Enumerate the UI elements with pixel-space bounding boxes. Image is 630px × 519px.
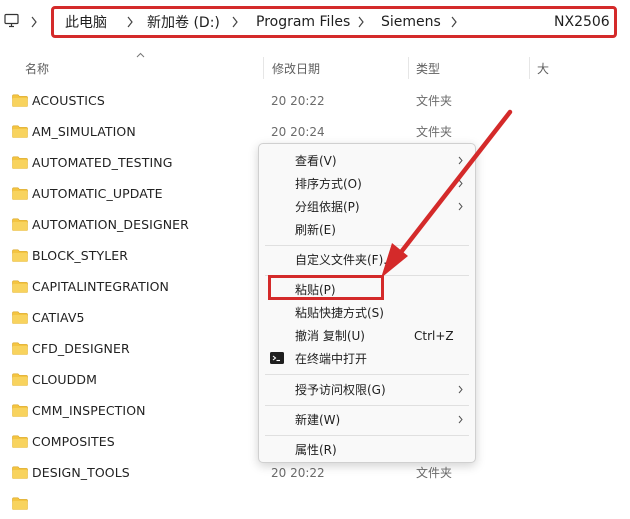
file-name: CFD_DESIGNER: [32, 341, 130, 356]
computer-icon[interactable]: [4, 13, 19, 28]
folder-icon: [12, 187, 28, 200]
menu-item-label: 属性(R): [295, 443, 337, 457]
menu-separator: [265, 374, 469, 375]
menu-item-undo-copy[interactable]: 撤消 复制(U) Ctrl+Z: [259, 324, 475, 347]
folder-icon: [12, 280, 28, 293]
folder-icon: [12, 218, 28, 231]
breadcrumb-program-files[interactable]: Program Files: [256, 9, 350, 35]
menu-item-view[interactable]: 查看(V): [259, 149, 475, 172]
folder-icon: [12, 342, 28, 355]
file-date: 20 20:22: [271, 93, 325, 108]
menu-item-give-access[interactable]: 授予访问权限(G): [259, 378, 475, 401]
list-item[interactable]: ACOUSTICS 20 20:22 文件夹: [0, 85, 630, 116]
column-header-size[interactable]: 大: [537, 57, 549, 79]
menu-item-label: 查看(V): [295, 154, 337, 168]
breadcrumb-siemens[interactable]: Siemens: [381, 9, 441, 35]
menu-item-label: 自定义文件夹(F)...: [295, 253, 395, 267]
chevron-right-icon[interactable]: [123, 9, 137, 35]
chevron-right-icon: [458, 415, 463, 424]
sort-ascending-icon: [136, 52, 145, 58]
menu-separator: [265, 245, 469, 246]
breadcrumb-drive-d[interactable]: 新加卷 (D:): [147, 9, 220, 35]
file-name: CAPITALINTEGRATION: [32, 279, 170, 294]
file-name: COMPOSITES: [32, 434, 115, 449]
chevron-right-icon: [458, 385, 463, 394]
address-breadcrumb[interactable]: 此电脑 新加卷 (D:) Program Files Siemens NX250…: [51, 6, 617, 38]
folder-icon: [12, 125, 28, 138]
breadcrumb-this-pc[interactable]: 此电脑: [65, 9, 107, 35]
file-name: CLOUDDM: [32, 372, 97, 387]
list-item[interactable]: [0, 488, 630, 519]
chevron-right-icon[interactable]: [27, 0, 41, 44]
folder-icon: [12, 435, 28, 448]
menu-item-label: 刷新(E): [295, 223, 336, 237]
menu-item-label: 排序方式(O): [295, 177, 362, 191]
file-name: AUTOMATION_DESIGNER: [32, 217, 189, 232]
file-name: AM_SIMULATION: [32, 124, 136, 139]
menu-item-label: 授予访问权限(G): [295, 383, 386, 397]
menu-item-shortcut: Ctrl+Z: [414, 328, 454, 343]
menu-item-refresh[interactable]: 刷新(E): [259, 218, 475, 241]
menu-item-label: 在终端中打开: [295, 352, 368, 366]
folder-icon: [12, 249, 28, 262]
file-name: AUTOMATED_TESTING: [32, 155, 173, 170]
column-divider[interactable]: [529, 57, 530, 79]
folder-icon: [12, 466, 28, 479]
chevron-right-icon: [458, 156, 463, 165]
column-header-name[interactable]: 名称: [25, 57, 49, 79]
menu-separator: [265, 405, 469, 406]
file-name: ACOUSTICS: [32, 93, 105, 108]
terminal-icon: [270, 352, 284, 364]
folder-icon: [12, 404, 28, 417]
chevron-right-icon[interactable]: [447, 9, 461, 35]
menu-item-customize-folder[interactable]: 自定义文件夹(F)...: [259, 248, 475, 271]
chevron-right-icon[interactable]: [354, 9, 368, 35]
menu-item-label: 粘贴快捷方式(S): [295, 306, 384, 320]
menu-item-properties[interactable]: 属性(R): [259, 438, 475, 461]
file-name: AUTOMATIC_UPDATE: [32, 186, 163, 201]
column-header-modified[interactable]: 修改日期: [272, 57, 320, 79]
column-divider[interactable]: [263, 57, 264, 79]
menu-separator: [265, 435, 469, 436]
folder-icon: [12, 373, 28, 386]
folder-icon: [12, 94, 28, 107]
column-header-type[interactable]: 类型: [416, 57, 440, 79]
address-bar-row: 此电脑 新加卷 (D:) Program Files Siemens NX250…: [0, 0, 630, 44]
breadcrumb-nx2506[interactable]: NX2506: [554, 9, 610, 35]
file-name: CATIAV5: [32, 310, 85, 325]
chevron-right-icon[interactable]: [228, 9, 242, 35]
menu-item-new[interactable]: 新建(W): [259, 408, 475, 431]
column-divider[interactable]: [408, 57, 409, 79]
menu-item-open-in-terminal[interactable]: 在终端中打开: [259, 347, 475, 370]
menu-item-group-by[interactable]: 分组依据(P): [259, 195, 475, 218]
menu-item-label: 分组依据(P): [295, 200, 360, 214]
file-name: DESIGN_TOOLS: [32, 465, 130, 480]
menu-item-sort-by[interactable]: 排序方式(O): [259, 172, 475, 195]
chevron-right-icon: [458, 179, 463, 188]
folder-icon: [12, 156, 28, 169]
folder-icon: [12, 497, 28, 510]
paste-highlight-box: [268, 275, 384, 300]
menu-item-label: 新建(W): [295, 413, 341, 427]
file-name: BLOCK_STYLER: [32, 248, 129, 263]
file-name: CMM_INSPECTION: [32, 403, 146, 418]
menu-item-label: 撤消 复制(U): [295, 329, 365, 343]
context-menu: 查看(V) 排序方式(O) 分组依据(P) 刷新(E) 自定义文件夹(F)...…: [258, 143, 476, 463]
chevron-right-icon: [458, 202, 463, 211]
folder-icon: [12, 311, 28, 324]
menu-item-paste-shortcut[interactable]: 粘贴快捷方式(S): [259, 301, 475, 324]
file-type: 文件夹: [416, 94, 453, 108]
